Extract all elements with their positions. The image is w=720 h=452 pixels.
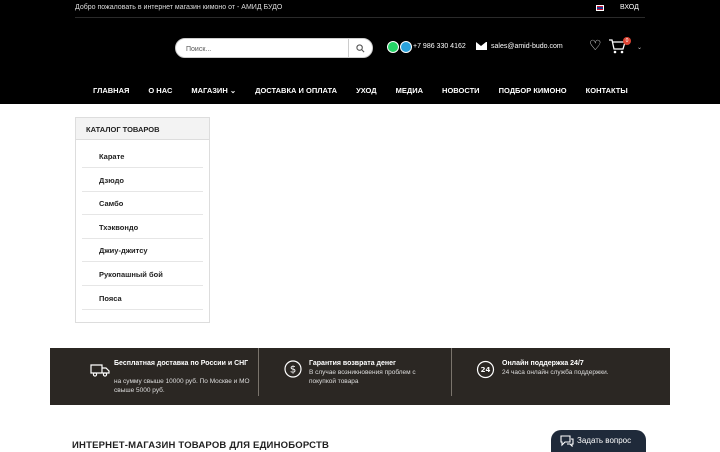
search-box [175,38,373,58]
features-bar: Бесплатная доставка по России и СНГ на с… [50,348,670,405]
catalog-title: КАТАЛОГ ТОВАРОВ [76,118,209,140]
topbar-divider [75,17,645,18]
mail-icon [476,42,487,50]
site-header: Добро пожаловать в интернет магазин кимо… [0,0,720,104]
catalog-item-sambo[interactable]: Самбо [82,191,203,215]
section-title: ИНТЕРНЕТ-МАГАЗИН ТОВАРОВ ДЛЯ ЕДИНОБОРСТВ [72,440,330,451]
chat-bubble-icon [560,435,574,447]
catalog-item-taekwondo[interactable]: Тхэквондо [82,215,203,239]
cart-button[interactable]: 0 [608,37,631,57]
nav-item-about[interactable]: О НАС [148,86,172,95]
wishlist-heart-icon[interactable]: ♡ [589,38,602,52]
feature-support-title: Онлайн поддержка 24/7 [502,360,584,367]
feature-support-text: 24 часа онлайн служба поддержки. [502,369,609,376]
nav-item-care[interactable]: УХОД [356,86,377,95]
feature-money-back-text: В случае возникновения проблем с покупко… [309,369,416,385]
search-button[interactable] [348,39,372,57]
nav-item-contacts[interactable]: КОНТАКТЫ [586,86,628,95]
truck-icon [90,364,110,377]
catalog-item-belts[interactable]: Пояса [82,286,203,310]
nav-item-delivery[interactable]: ДОСТАВКА И ОПЛАТА [255,86,337,95]
email-link[interactable]: sales@amid-budo.com [491,43,563,50]
catalog-item-hand-to-hand[interactable]: Рукопашный бой [82,262,203,286]
catalog-panel: КАТАЛОГ ТОВАРОВ Карате Дзюдо Самбо Тхэкв… [75,117,210,323]
ask-question-label: Задать вопрос [577,436,632,445]
login-link[interactable]: ВХОД [620,4,639,11]
phone-number[interactable]: +7 986 330 4162 [413,43,466,50]
nav-item-media[interactable]: МЕДИА [396,86,423,95]
support-badge: 24 [481,366,491,374]
feature-money-back-title: Гарантия возврата денег [309,360,396,367]
search-icon [356,43,365,52]
main-nav: ГЛАВНАЯ О НАС МАГАЗИН ⌄ ДОСТАВКА И ОПЛАТ… [93,86,647,95]
nav-item-news[interactable]: НОВОСТИ [442,86,480,95]
svg-text:$: $ [290,365,296,376]
chevron-down-icon[interactable]: ⌄ [637,44,642,51]
search-input[interactable] [186,43,336,55]
catalog-item-judo[interactable]: Дзюдо [82,168,203,192]
welcome-text: Добро пожаловать в интернет магазин кимо… [75,4,283,11]
language-flag-icon[interactable] [596,5,604,11]
feature-delivery-text: на сумму свыше 10000 руб. По Москве и МО… [114,378,250,394]
nav-item-home[interactable]: ГЛАВНАЯ [93,86,129,95]
catalog-item-jiu-jitsu[interactable]: Джиу-джитсу [82,238,203,262]
feature-delivery-title: Бесплатная доставка по России и СНГ [114,360,249,367]
cart-count-badge: 0 [623,37,631,45]
dollar-coin-icon: $ [284,360,302,378]
nav-item-shop[interactable]: МАГАЗИН ⌄ [191,86,236,95]
nav-item-kimono-selection[interactable]: ПОДБОР КИМОНО [499,86,567,95]
telegram-icon[interactable] [400,41,412,53]
ask-question-button[interactable]: Задать вопрос [551,430,646,452]
whatsapp-icon[interactable] [387,41,399,53]
feature-support: 24 Онлайн поддержка 24/7 24 часа онлайн … [452,348,670,405]
support-24-icon: 24 [476,360,495,379]
feature-money-back: $ Гарантия возврата денег В случае возни… [259,348,451,405]
catalog-item-karate[interactable]: Карате [82,144,203,168]
feature-delivery: Бесплатная доставка по России и СНГ на с… [50,348,258,405]
